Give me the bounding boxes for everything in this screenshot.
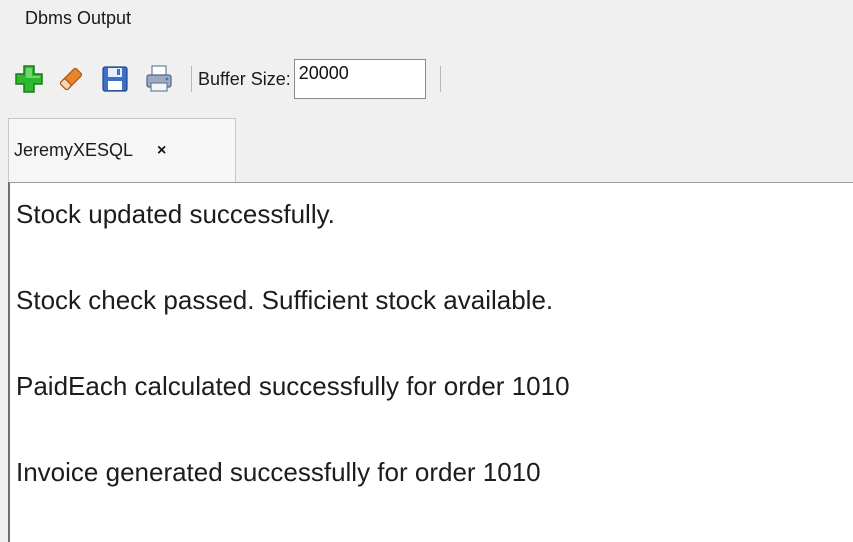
close-icon[interactable]: × — [157, 142, 166, 159]
toolbar: Buffer Size: — [0, 48, 853, 110]
add-icon[interactable] — [13, 63, 45, 95]
buffer-size-input[interactable] — [293, 59, 426, 99]
save-icon-graphic — [102, 66, 128, 92]
eraser-icon[interactable] — [55, 63, 87, 95]
tab-connection[interactable]: JeremyXESQL × — [8, 118, 236, 182]
toolbar-separator — [191, 66, 192, 92]
eraser-icon-graphic — [59, 67, 83, 91]
add-icon-graphic — [15, 65, 43, 93]
output-line: Stock check passed. Sufficient stock ava… — [16, 285, 554, 315]
output-line: Stock updated successfully. — [16, 199, 335, 229]
output-area[interactable]: Stock updated successfully. Stock check … — [8, 182, 853, 542]
output-line: Invoice generated successfully for order… — [16, 457, 541, 487]
tab-bar: JeremyXESQL × — [0, 118, 853, 182]
toolbar-separator — [439, 66, 441, 92]
output-line: PaidEach calculated successfully for ord… — [16, 371, 570, 401]
panel-title: Dbms Output — [25, 8, 132, 28]
save-icon[interactable] — [99, 63, 131, 95]
print-icon-graphic — [146, 65, 172, 92]
tab-label: JeremyXESQL — [14, 140, 134, 160]
print-icon[interactable] — [143, 63, 175, 95]
buffer-size-label: Buffer Size: — [198, 68, 291, 89]
dbms-output-panel: Dbms Output Buffer Size: 20000 JeremyXES… — [0, 0, 853, 542]
